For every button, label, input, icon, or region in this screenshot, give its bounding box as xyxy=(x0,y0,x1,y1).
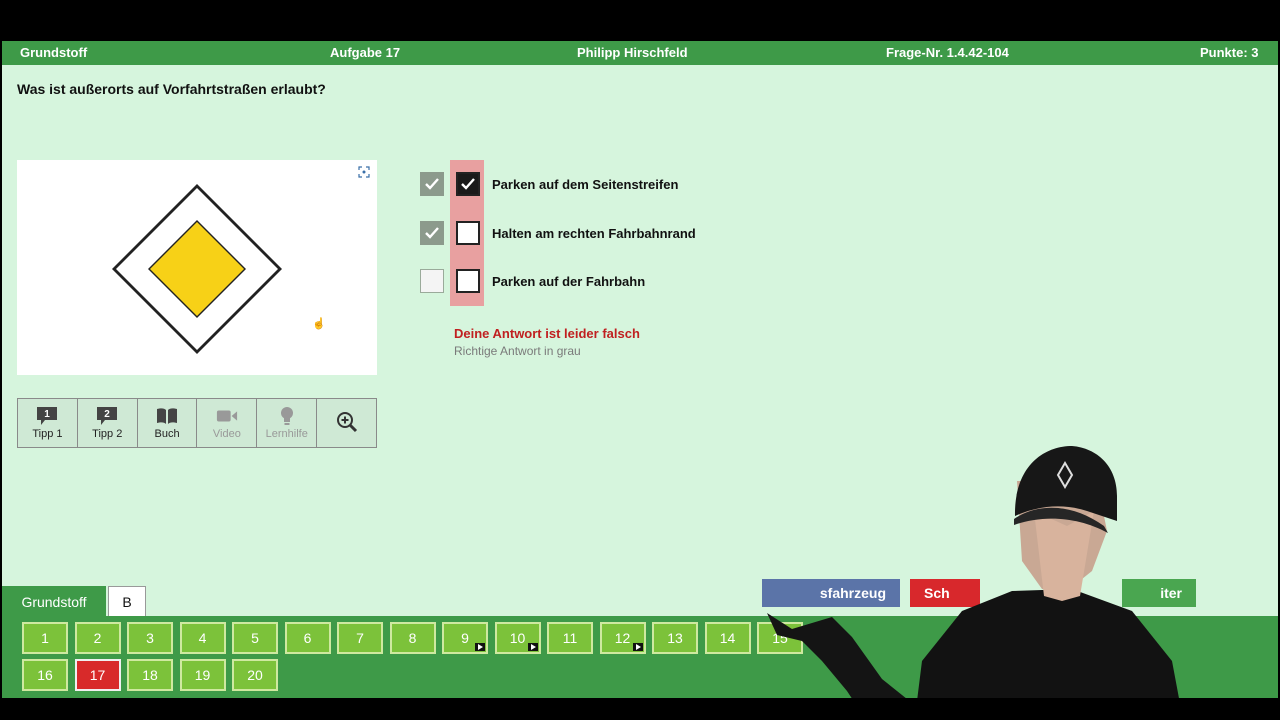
question-number: 2 xyxy=(93,630,102,646)
answer-option: Halten am rechten Fahrbahnrand xyxy=(420,218,696,248)
header-bar: Grundstoff Aufgabe 17 Philipp Hirschfeld… xyxy=(2,41,1278,65)
question-button-12[interactable]: 12 xyxy=(599,622,646,654)
feedback-wrong-text: Deine Antwort ist leider falsch xyxy=(454,326,640,341)
question-button-10[interactable]: 10 xyxy=(494,622,541,654)
question-button-5[interactable]: 5 xyxy=(232,622,278,654)
zoom-button[interactable] xyxy=(317,399,376,447)
feedback-hint-text: Richtige Antwort in grau xyxy=(454,344,581,358)
lightbulb-icon xyxy=(276,406,298,426)
question-button-3[interactable]: 3 xyxy=(127,622,173,654)
question-number: 16 xyxy=(37,667,53,683)
question-button-6[interactable]: 6 xyxy=(284,622,331,654)
question-number: 10 xyxy=(509,630,526,646)
answer-option: Parken auf dem Seitenstreifen xyxy=(420,169,678,199)
header-user: Philipp Hirschfeld xyxy=(577,45,688,60)
feedback: Deine Antwort ist leider falsch Richtige… xyxy=(454,326,640,358)
video-icon xyxy=(216,406,238,426)
question-number: 20 xyxy=(247,667,263,683)
question-number: 17 xyxy=(89,667,106,683)
question-button-19[interactable]: 19 xyxy=(179,659,226,691)
question-button-7[interactable]: 7 xyxy=(337,622,383,654)
tab-grundstoff[interactable]: Grundstoff xyxy=(2,586,106,617)
question-number: 14 xyxy=(719,630,736,646)
question-number: 4 xyxy=(198,630,207,646)
question-text: Was ist außerorts auf Vorfahrtstraßen er… xyxy=(17,81,326,97)
cursor-icon: ☝ xyxy=(312,318,326,330)
question-number: 11 xyxy=(562,630,578,646)
header-question-number: Frage-Nr. 1.4.42-104 xyxy=(886,45,1009,60)
book-label: Buch xyxy=(154,428,180,440)
question-button-17[interactable]: 17 xyxy=(74,659,121,691)
video-marker-icon xyxy=(475,643,485,651)
question-button-2[interactable]: 2 xyxy=(74,622,121,654)
answer-text: Parken auf dem Seitenstreifen xyxy=(492,176,679,192)
question-button-4[interactable]: 4 xyxy=(179,622,226,654)
answer-option: Parken auf der Fahrbahn xyxy=(420,266,645,296)
correct-answer-marker xyxy=(420,269,444,293)
lernhilfe-button[interactable]: Lernhilfe xyxy=(257,399,318,447)
svg-text:2: 2 xyxy=(104,409,110,420)
answer-text: Parken auf der Fahrbahn xyxy=(492,273,646,289)
video-marker-icon xyxy=(527,643,538,651)
question-button-20[interactable]: 20 xyxy=(232,659,278,691)
expand-icon[interactable] xyxy=(357,166,371,180)
correct-answer-marker xyxy=(420,172,444,196)
tab-b[interactable]: B xyxy=(108,586,146,617)
priority-road-sign-icon xyxy=(112,184,282,354)
tip-2-button[interactable]: 2 Tipp 2 xyxy=(78,399,138,447)
question-image-panel: ☝ xyxy=(17,160,377,375)
answer-checkbox[interactable] xyxy=(456,172,480,196)
question-number: 7 xyxy=(356,630,364,646)
question-button-14[interactable]: 14 xyxy=(704,622,751,654)
presenter-overlay xyxy=(767,446,1179,698)
question-button-13[interactable]: 13 xyxy=(652,622,698,654)
question-number: 18 xyxy=(142,667,158,683)
video-marker-icon xyxy=(632,643,643,651)
tip-1-label: Tipp 1 xyxy=(32,428,63,440)
correct-answer-marker xyxy=(420,221,444,245)
answer-checkbox[interactable] xyxy=(456,269,480,293)
question-button-8[interactable]: 8 xyxy=(389,622,436,654)
question-number: 19 xyxy=(194,667,211,683)
lernhilfe-label: Lernhilfe xyxy=(265,428,308,440)
book-icon xyxy=(156,406,178,426)
header-task: Aufgabe 17 xyxy=(330,45,401,60)
tip-2-label: Tipp 2 xyxy=(92,428,123,440)
question-button-16[interactable]: 16 xyxy=(22,659,68,691)
help-toolbar: 1 Tipp 1 2 Tipp 2 Buch Video Lernhilfe xyxy=(17,398,377,448)
book-button[interactable]: Buch xyxy=(138,399,198,447)
question-number: 9 xyxy=(461,630,469,646)
question-number: 6 xyxy=(303,630,312,646)
tip-1-button[interactable]: 1 Tipp 1 xyxy=(18,399,78,447)
question-button-11[interactable]: 11 xyxy=(547,622,593,654)
question-button-9[interactable]: 9 xyxy=(442,622,488,654)
zoom-in-icon xyxy=(336,412,358,433)
question-number: 5 xyxy=(251,630,259,646)
video-button[interactable]: Video xyxy=(197,399,258,447)
header-category: Grundstoff xyxy=(20,45,88,60)
app-window: Grundstoff Aufgabe 17 Philipp Hirschfeld… xyxy=(2,41,1278,698)
question-number: 12 xyxy=(614,630,631,646)
answer-text: Halten am rechten Fahrbahnrand xyxy=(492,225,696,241)
question-number: 13 xyxy=(667,630,683,646)
question-button-18[interactable]: 18 xyxy=(127,659,173,691)
category-tabs: Grundstoff B xyxy=(2,586,146,617)
video-label: Video xyxy=(212,428,241,440)
svg-text:1: 1 xyxy=(45,409,51,420)
question-number: 8 xyxy=(408,630,417,646)
tip-1-icon: 1 xyxy=(36,406,58,426)
tip-2-icon: 2 xyxy=(96,406,118,426)
question-number: 3 xyxy=(146,630,154,646)
header-points: Punkte: 3 xyxy=(1200,45,1259,60)
question-number: 1 xyxy=(41,630,49,646)
question-button-1[interactable]: 1 xyxy=(22,622,68,654)
answer-checkbox[interactable] xyxy=(456,221,480,245)
